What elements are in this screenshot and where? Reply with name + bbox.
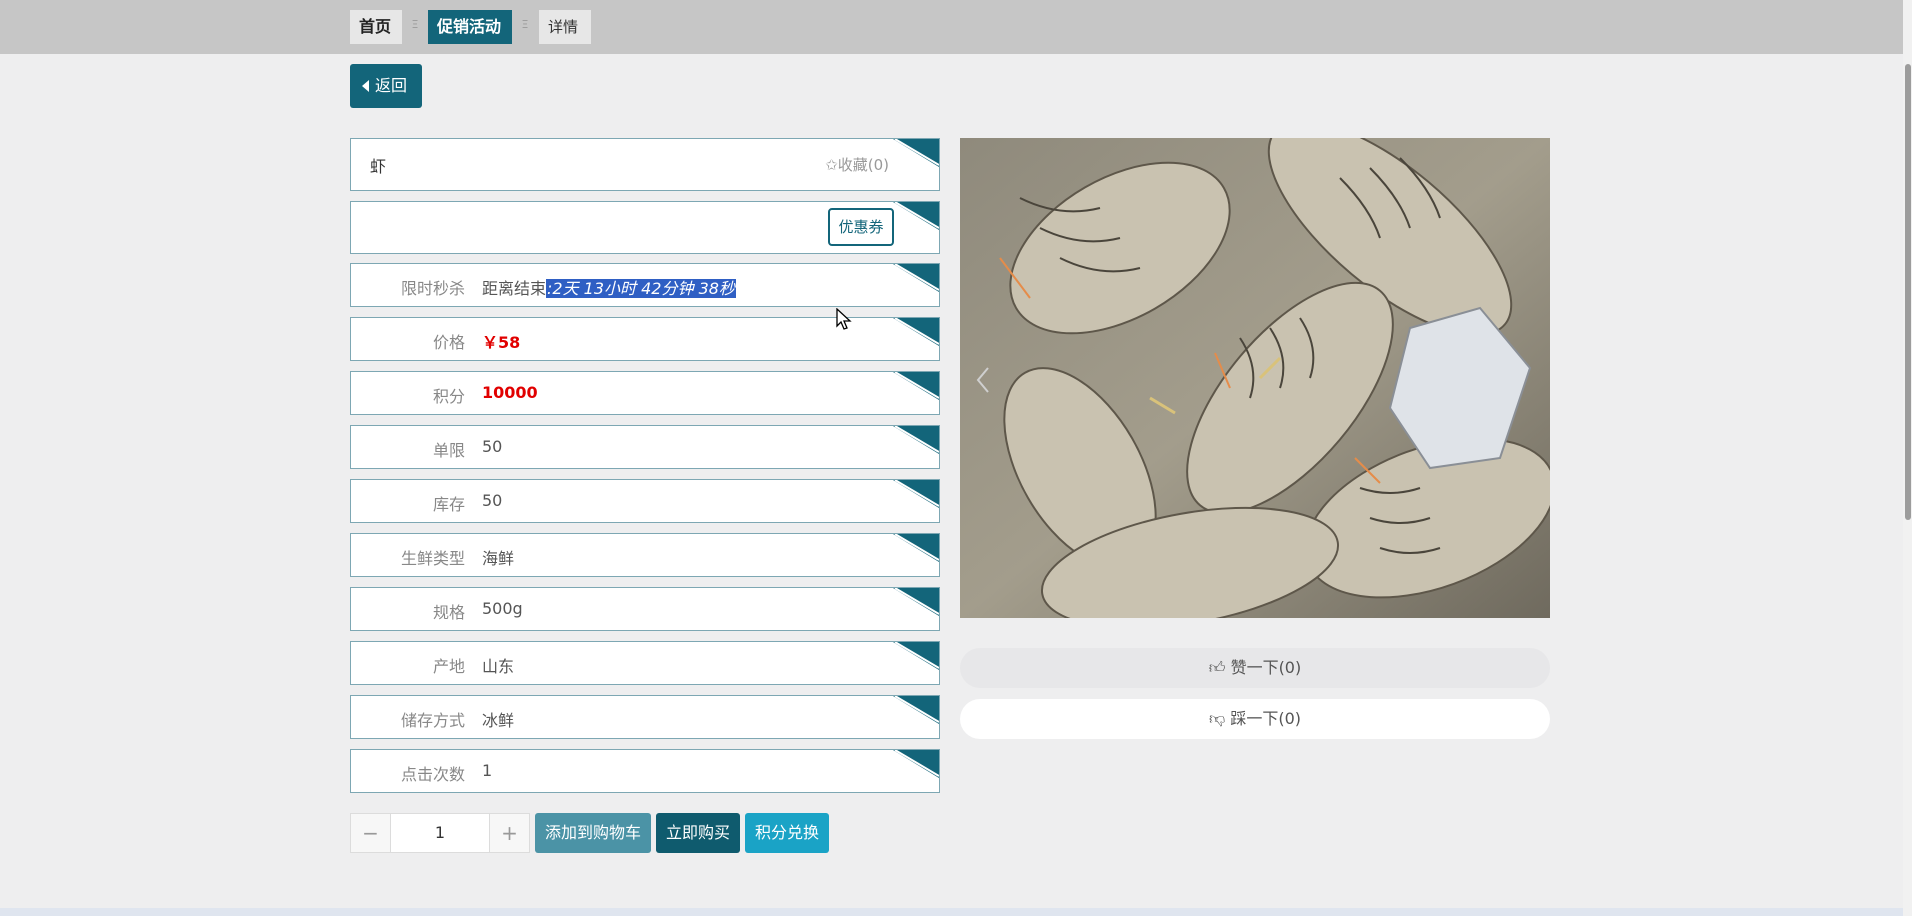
field-value: 10000 — [482, 383, 538, 402]
quantity-increment-button[interactable]: + — [489, 813, 530, 853]
field-row-points: 积分 10000 — [350, 371, 940, 415]
field-label: 限时秒杀 — [400, 279, 465, 298]
thumbs-up-icon: 👍︎ — [1208, 658, 1231, 677]
product-name: 虾 — [370, 157, 387, 176]
breadcrumb-detail[interactable]: 详情 — [539, 10, 591, 44]
field-value: 1 — [482, 761, 493, 780]
back-button[interactable]: 返回 — [350, 64, 422, 108]
field-label: 单限 — [432, 441, 465, 460]
corner-decoration — [893, 202, 939, 230]
field-label: 价格 — [432, 333, 465, 352]
top-bar — [0, 0, 1903, 54]
countdown-prefix: 距离结束 — [482, 279, 547, 298]
favorite-button[interactable]: ✩收藏(0) — [825, 154, 889, 175]
corner-decoration — [893, 480, 939, 508]
field-label: 库存 — [432, 495, 465, 514]
field-row-origin: 产地 山东 — [350, 641, 940, 685]
field-row-countdown: 限时秒杀 距离结束:2天 13小时 42分钟 38秒 — [350, 263, 940, 307]
dislike-label: 踩一下(0) — [1230, 709, 1301, 728]
bottom-border — [0, 908, 1903, 916]
field-value: 50 — [482, 491, 503, 510]
field-row-stock: 库存 50 — [350, 479, 940, 523]
back-label: 返回 — [375, 76, 408, 95]
field-label: 点击次数 — [400, 765, 465, 784]
field-row-spec: 规格 500g — [350, 587, 940, 631]
field-row-type: 生鲜类型 海鲜 — [350, 533, 940, 577]
countdown-value: 距离结束:2天 13小时 42分钟 38秒 — [482, 275, 736, 299]
coupon-row: 优惠券 — [350, 201, 940, 254]
field-label: 规格 — [432, 603, 465, 622]
field-value: 500g — [482, 599, 523, 618]
corner-decoration — [893, 534, 939, 562]
corner-decoration — [893, 750, 939, 778]
breadcrumb-promo[interactable]: 促销活动 — [428, 10, 512, 44]
points-exchange-button[interactable]: 积分兑换 — [745, 813, 829, 853]
field-row-clicks: 点击次数 1 — [350, 749, 940, 793]
like-button[interactable]: 👍︎ 赞一下(0) — [960, 648, 1550, 688]
coupon-button[interactable]: 优惠券 — [828, 208, 894, 246]
quantity-decrement-button[interactable]: − — [350, 813, 391, 853]
field-label: 生鲜类型 — [400, 549, 465, 568]
field-label: 产地 — [432, 657, 465, 676]
dislike-button[interactable]: 👎︎ 踩一下(0) — [960, 699, 1550, 739]
buy-now-button[interactable]: 立即购买 — [656, 813, 740, 853]
field-row-storage: 储存方式 冰鲜 — [350, 695, 940, 739]
field-value: 50 — [482, 437, 503, 456]
countdown-timer: :2天 13小时 42分钟 38秒 — [546, 279, 736, 298]
mouse-cursor-icon — [836, 308, 852, 330]
breadcrumb-separator: Ξ — [521, 18, 529, 31]
corner-decoration — [893, 264, 939, 292]
corner-decoration — [893, 372, 939, 400]
field-value: ￥58 — [482, 333, 521, 352]
field-value: 海鲜 — [482, 549, 515, 568]
add-to-cart-button[interactable]: 添加到购物车 — [535, 813, 651, 853]
caret-left-icon — [362, 80, 369, 92]
product-image — [960, 138, 1550, 618]
corner-decoration — [893, 318, 939, 346]
field-value: 山东 — [482, 657, 515, 676]
field-label: 储存方式 — [400, 711, 465, 730]
like-label: 赞一下(0) — [1230, 658, 1302, 677]
thumbs-down-icon: 👎︎ — [1209, 709, 1231, 728]
breadcrumb-separator: Ξ — [411, 18, 419, 31]
field-row-limit: 单限 50 — [350, 425, 940, 469]
quantity-input[interactable]: 1 — [390, 813, 490, 853]
product-title-row: 虾 ✩收藏(0) — [350, 138, 940, 191]
corner-decoration — [893, 642, 939, 670]
corner-decoration — [893, 426, 939, 454]
field-value: 冰鲜 — [482, 711, 515, 730]
corner-decoration — [893, 588, 939, 616]
field-label: 积分 — [432, 387, 465, 406]
corner-decoration — [893, 139, 939, 167]
scrollbar-thumb[interactable] — [1905, 64, 1911, 520]
corner-decoration — [893, 696, 939, 724]
breadcrumb-home[interactable]: 首页 — [350, 10, 402, 44]
